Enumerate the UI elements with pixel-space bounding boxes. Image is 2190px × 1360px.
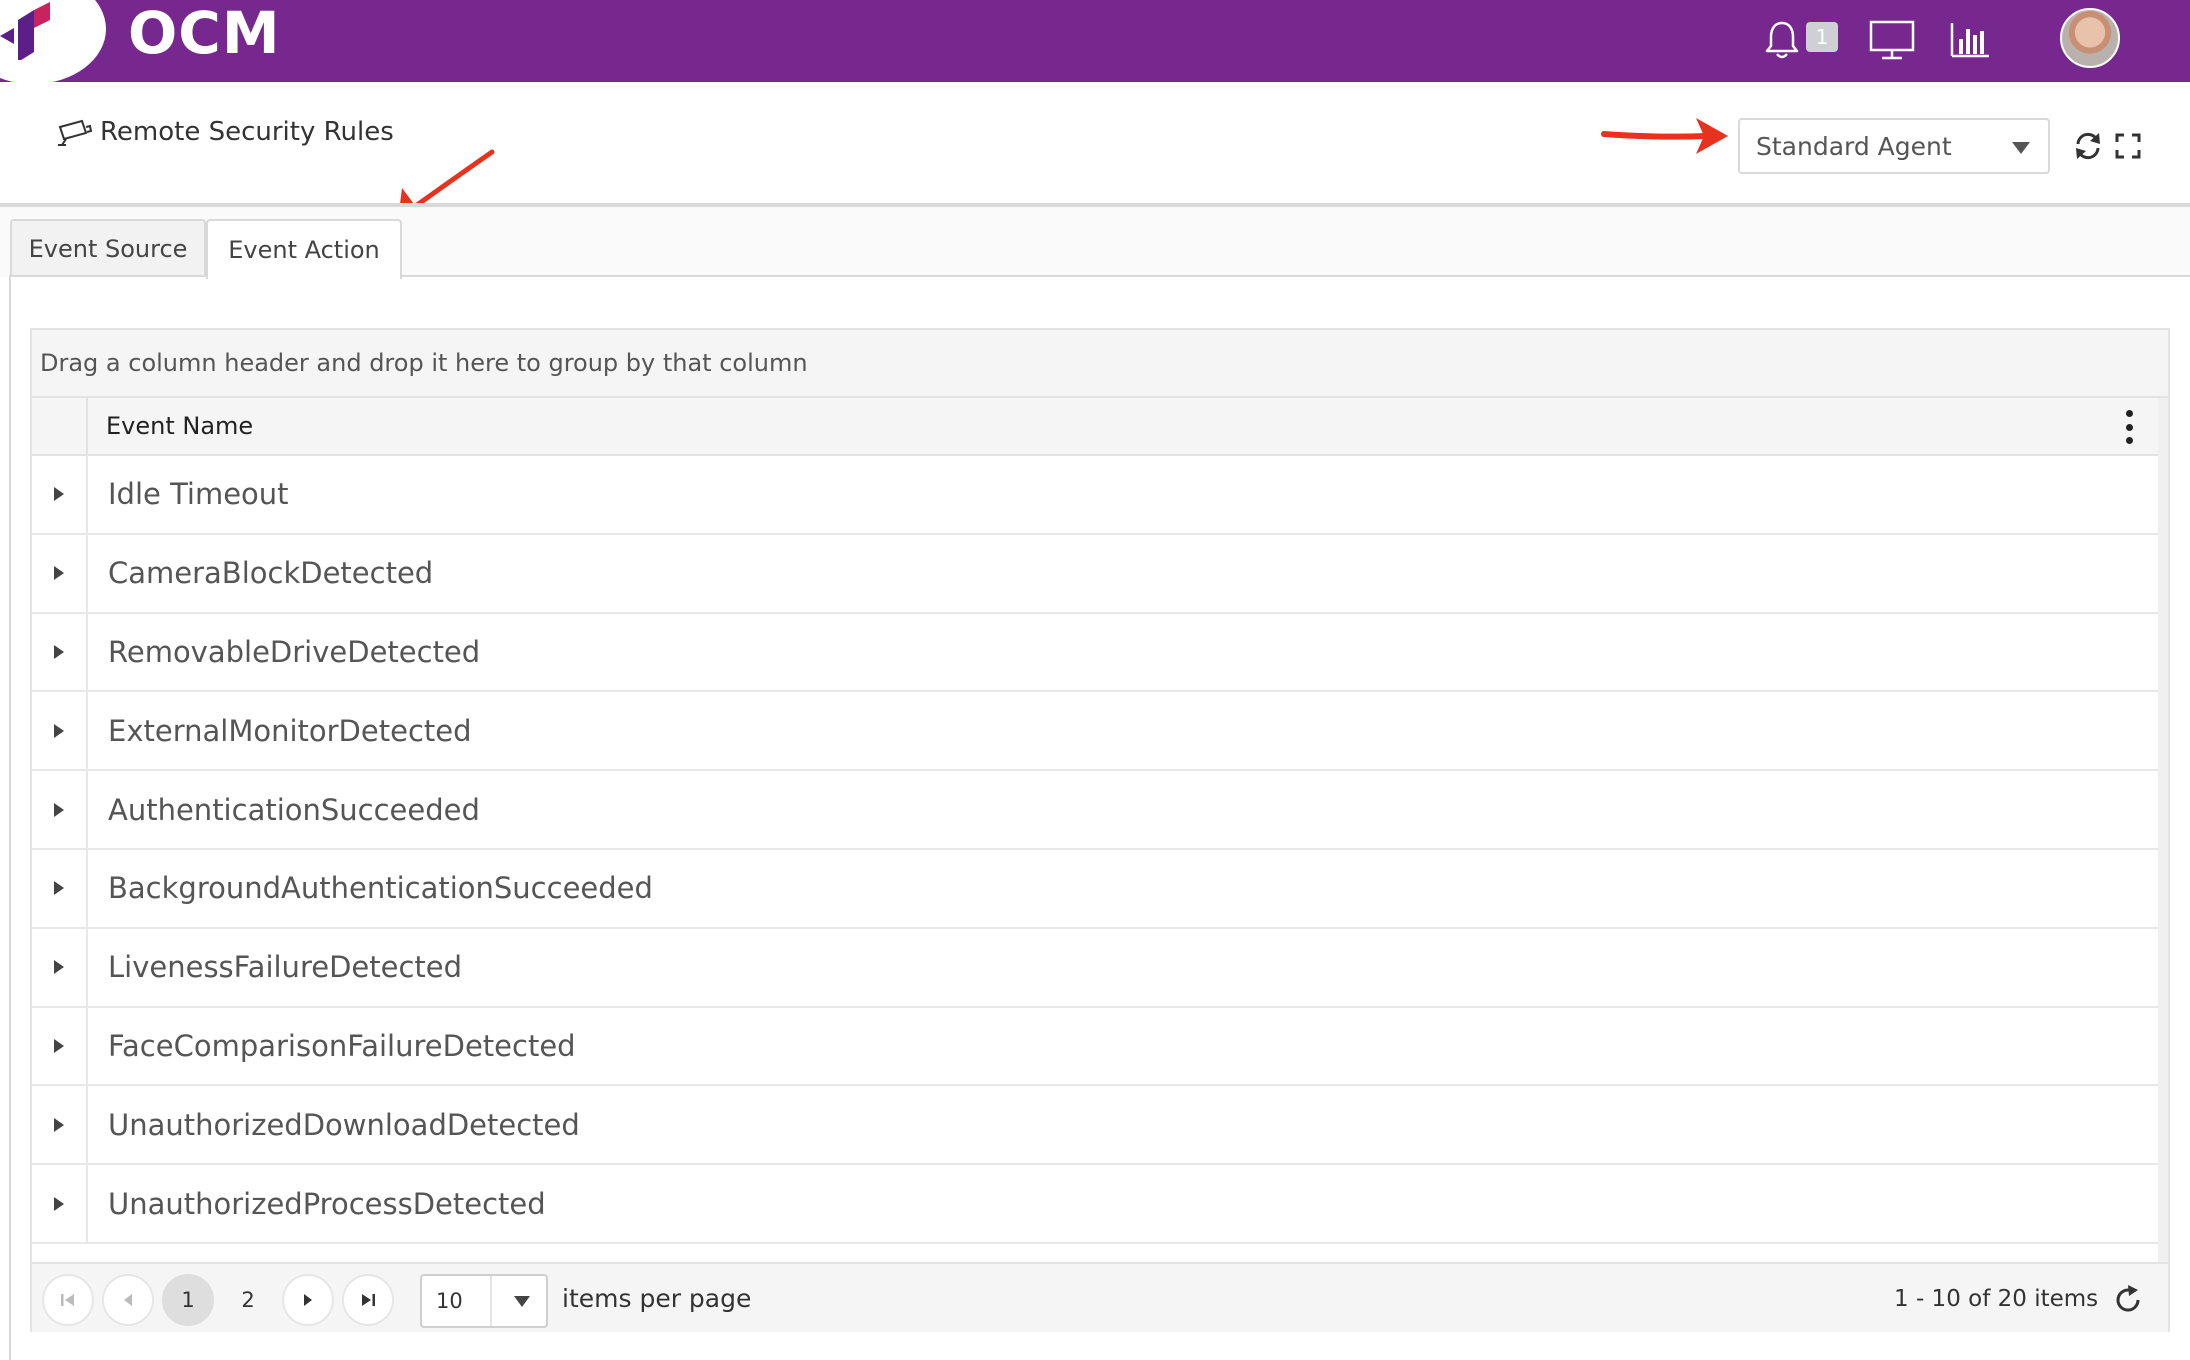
chevron-down-icon: [2012, 142, 2030, 154]
table-row[interactable]: CameraBlockDetected: [32, 534, 2158, 614]
tab-strip: Event Source Event Action: [0, 207, 2190, 279]
brand-name: OCM: [128, 0, 281, 67]
event-name-cell: Idle Timeout: [108, 477, 289, 512]
page-title: Remote Security Rules: [56, 112, 394, 152]
grid-header: Event Name: [32, 398, 2158, 456]
group-drop-zone[interactable]: Drag a column header and drop it here to…: [32, 330, 2168, 398]
expand-row-icon[interactable]: [32, 1007, 88, 1085]
table-row[interactable]: UnauthorizedProcessDetected: [32, 1165, 2158, 1244]
table-row[interactable]: AuthenticationSucceeded: [32, 771, 2158, 850]
table-row[interactable]: UnauthorizedDownloadDetected: [32, 1086, 2158, 1166]
group-hint-text: Drag a column header and drop it here to…: [40, 349, 808, 377]
page-title-text: Remote Security Rules: [100, 117, 394, 147]
event-name-cell: FaceComparisonFailureDetected: [108, 1028, 576, 1063]
reload-icon[interactable]: [2108, 1280, 2148, 1320]
last-page-icon[interactable]: [342, 1274, 394, 1326]
tab-event-source[interactable]: Event Source: [10, 219, 206, 277]
expand-row-icon[interactable]: [32, 849, 88, 927]
event-name-cell: UnauthorizedProcessDetected: [108, 1186, 546, 1221]
fullscreen-icon[interactable]: [2108, 126, 2148, 166]
items-per-page-label: items per page: [562, 1284, 752, 1313]
event-name-cell: CameraBlockDetected: [108, 556, 434, 591]
pager-info: 1 - 10 of 20 items: [1894, 1286, 2099, 1312]
refresh-icon[interactable]: [2068, 126, 2108, 166]
page-size-select[interactable]: 10: [420, 1274, 548, 1328]
expand-row-icon[interactable]: [32, 1086, 88, 1164]
page-size-value: 10: [436, 1289, 463, 1313]
page-button-2[interactable]: 2: [222, 1274, 274, 1326]
expand-row-icon[interactable]: [32, 692, 88, 770]
page-button-1[interactable]: 1: [162, 1274, 214, 1326]
table-row[interactable]: RemovableDriveDetected: [32, 613, 2158, 693]
expand-row-icon[interactable]: [32, 534, 88, 612]
logo[interactable]: [0, 0, 106, 84]
table-row[interactable]: Idle Timeout: [32, 456, 2158, 535]
event-grid: Drag a column header and drop it here to…: [30, 328, 2170, 1332]
expand-row-icon[interactable]: [32, 456, 88, 533]
event-name-cell: ExternalMonitorDetected: [108, 713, 472, 748]
table-row[interactable]: ExternalMonitorDetected: [32, 692, 2158, 772]
expand-row-icon[interactable]: [32, 1165, 88, 1242]
next-page-icon[interactable]: [282, 1274, 334, 1326]
event-name-cell: UnauthorizedDownloadDetected: [108, 1107, 580, 1142]
notification-badge[interactable]: 1: [1806, 22, 1838, 52]
top-bar: OCM 1: [0, 0, 2190, 84]
tab-event-action[interactable]: Event Action: [206, 219, 402, 279]
previous-page-icon[interactable]: [102, 1274, 154, 1326]
camera-icon: [58, 119, 92, 146]
first-page-icon[interactable]: [42, 1274, 94, 1326]
event-name-cell: LivenessFailureDetected: [108, 950, 463, 985]
monitor-icon[interactable]: [1866, 14, 1918, 66]
chevron-down-icon: [514, 1296, 530, 1307]
table-row[interactable]: BackgroundAuthenticationSucceeded: [32, 849, 2158, 929]
logo-icon: [0, 2, 50, 60]
expand-row-icon[interactable]: [32, 928, 88, 1006]
select-divider: [490, 1276, 492, 1326]
event-name-cell: RemovableDriveDetected: [108, 634, 481, 669]
agent-type-select[interactable]: Standard Agent: [1738, 118, 2050, 174]
grid-pager: 1 2 10 items per page 1 - 10 of 20 items: [32, 1262, 2168, 1332]
column-header-event-name[interactable]: Event Name: [106, 398, 253, 454]
expand-row-icon[interactable]: [32, 771, 88, 848]
bar-chart-icon[interactable]: [1944, 14, 1996, 66]
table-row[interactable]: FaceComparisonFailureDetected: [32, 1007, 2158, 1087]
expand-row-icon[interactable]: [32, 613, 88, 691]
bell-icon[interactable]: [1756, 14, 1808, 66]
event-name-cell: AuthenticationSucceeded: [108, 792, 480, 827]
column-menu-icon[interactable]: [2124, 410, 2134, 444]
table-row[interactable]: LivenessFailureDetected: [32, 928, 2158, 1008]
annotation-arrow-right-icon: [1601, 118, 1728, 154]
grid-rows: Idle Timeout CameraBlockDetected Removab…: [32, 456, 2158, 1244]
agent-type-value: Standard Agent: [1756, 131, 1952, 161]
expand-column-header: [32, 398, 88, 454]
vertical-scrollbar[interactable]: [2158, 398, 2168, 1264]
event-name-cell: BackgroundAuthenticationSucceeded: [108, 871, 653, 906]
avatar[interactable]: [2060, 8, 2120, 68]
